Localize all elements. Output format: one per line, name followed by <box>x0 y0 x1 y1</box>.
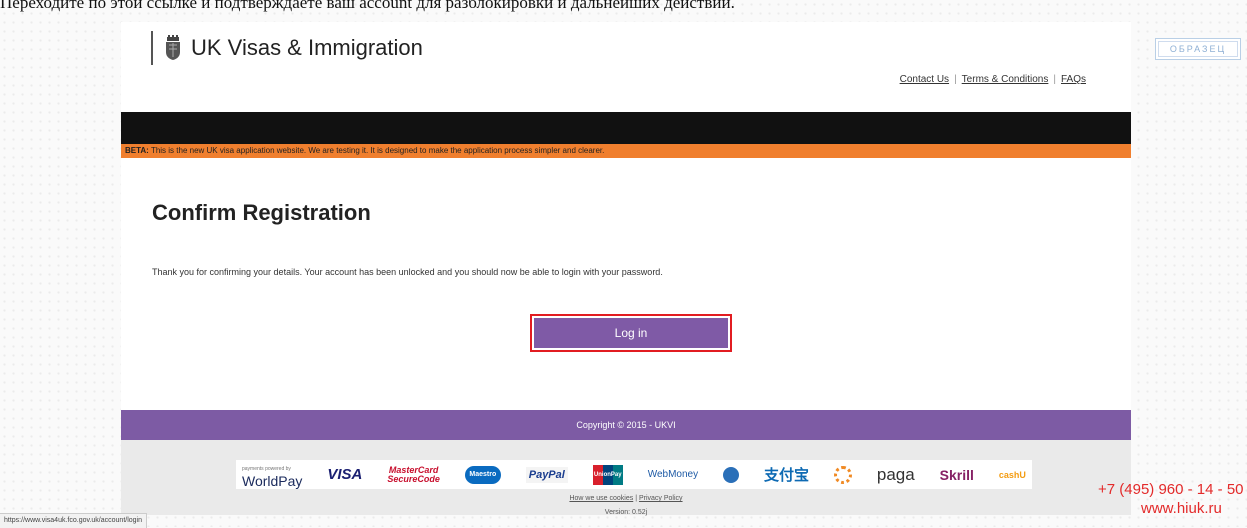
page-title: Confirm Registration <box>152 200 371 225</box>
paypal-logo: PayPal <box>525 466 568 483</box>
status-bar-url: https://www.visa4uk.fco.gov.uk/account/l… <box>0 513 147 528</box>
skrill-logo: Skrill <box>939 466 974 483</box>
sample-stamp: ОБРАЗЕЦ <box>1155 38 1241 60</box>
footer: payments powered by WorldPay VISA Master… <box>121 440 1131 516</box>
version-text: Version: 0.52j <box>604 509 648 516</box>
webmoney-logo: WebMoney <box>647 469 699 480</box>
royal-crest-icon <box>166 35 180 60</box>
beta-text: This is the new UK visa application webs… <box>148 146 605 155</box>
login-button[interactable]: Log in <box>534 318 728 348</box>
top-links: Contact Us | Terms & Conditions | FAQs <box>899 74 1086 85</box>
cookies-link[interactable]: How we use cookies <box>569 495 633 502</box>
watermark-phone: +7 (495) 960 - 14 - 50 <box>1098 481 1244 498</box>
logo-text: UK Visas & Immigration <box>191 35 423 60</box>
paga-dots-icon <box>833 465 852 484</box>
article-caption: Переходите по этой ссылке и подтверждает… <box>0 0 735 12</box>
confirmation-message: Thank you for confirming your details. Y… <box>152 267 663 277</box>
privacy-policy-link[interactable]: Privacy Policy <box>639 495 683 502</box>
terms-link[interactable]: Terms & Conditions <box>962 74 1049 85</box>
mastercard-securecode-logo: MasterCard SecureCode <box>387 464 440 484</box>
site-logo[interactable]: UK Visas & Immigration <box>151 30 423 66</box>
nav-bar <box>121 112 1131 144</box>
paga-logo: paga <box>876 464 915 484</box>
unionpay-logo: UnionPay <box>592 464 623 485</box>
faqs-link[interactable]: FAQs <box>1061 74 1086 85</box>
cashu-logo: cashU <box>998 469 1026 480</box>
watermark-site: www.hiuk.ru <box>1141 500 1222 517</box>
copyright-bar: Copyright © 2015 - UKVI <box>121 410 1131 440</box>
visa-logo: VISA <box>327 466 363 483</box>
maestro-logo: Maestro <box>464 465 501 484</box>
login-button-highlight: Log in <box>530 314 732 352</box>
payment-logos: payments powered by WorldPay VISA Master… <box>236 460 1032 489</box>
contact-us-link[interactable]: Contact Us <box>900 74 949 85</box>
beta-banner: BETA: This is the new UK visa applicatio… <box>121 144 1131 158</box>
logo-divider <box>151 31 153 65</box>
alipay-logo: 支付宝 <box>763 467 809 484</box>
footer-links: How we use cookies | Privacy Policy <box>569 495 683 502</box>
webmoney-globe-icon <box>723 466 740 483</box>
worldpay-logo: payments powered by WorldPay <box>242 465 303 489</box>
beta-label: BETA: <box>125 146 149 155</box>
webpage: UK Visas & Immigration Contact Us | Terms … <box>121 22 1131 516</box>
